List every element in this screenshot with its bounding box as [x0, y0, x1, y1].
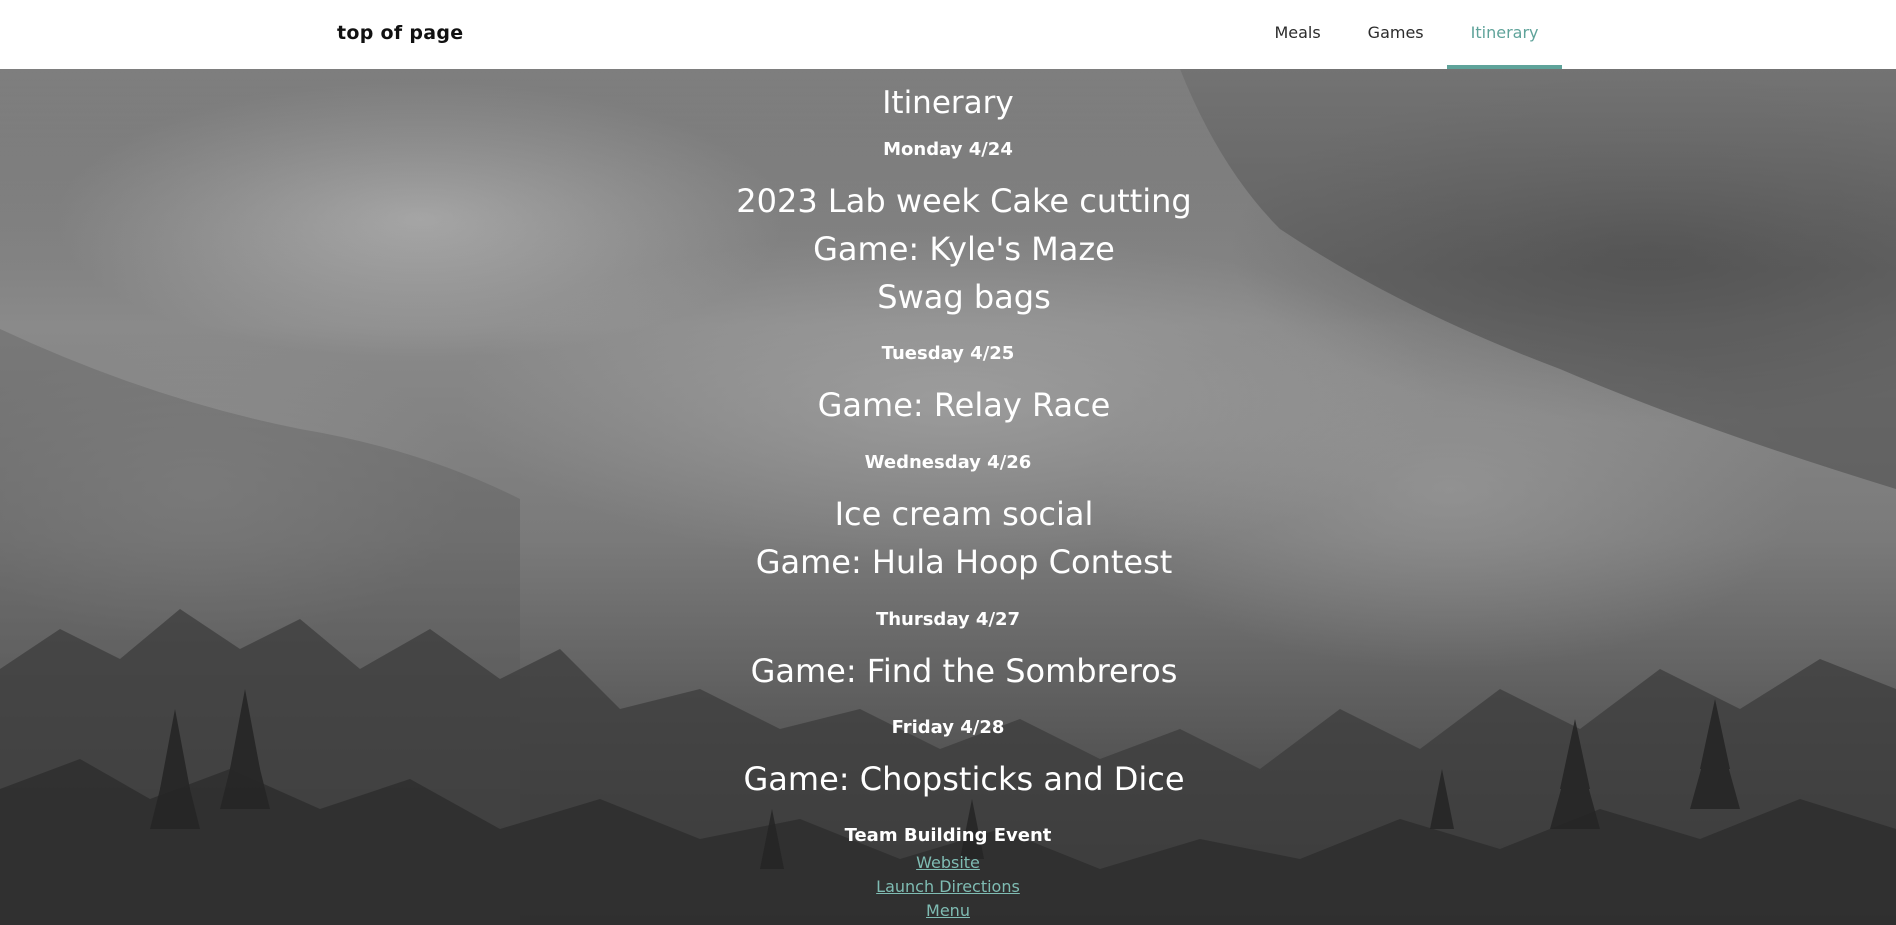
menu-link[interactable]: Menu [0, 901, 1896, 920]
event-item: Game: Chopsticks and Dice [743, 760, 1185, 798]
nav-link-itinerary[interactable]: Itinerary [1447, 0, 1562, 69]
itinerary-title: Itinerary [882, 85, 1014, 121]
nav-link-games[interactable]: Games [1344, 0, 1447, 69]
event-footer-title: Team Building Event [844, 825, 1052, 846]
event-item: Game: Kyle's Maze [813, 230, 1115, 268]
event-item: Game: Hula Hoop Contest [755, 543, 1173, 581]
website-link[interactable]: Website [0, 853, 1896, 872]
nav-link-meals[interactable]: Meals [1251, 0, 1344, 69]
event-item: Swag bags [877, 278, 1051, 316]
itinerary-content: Itinerary Monday 4/24 2023 Lab week Cake… [0, 69, 1896, 925]
day-heading: Wednesday 4/26 [864, 452, 1032, 473]
day-heading: Friday 4/28 [891, 717, 1005, 738]
event-item: 2023 Lab week Cake cutting [736, 182, 1192, 220]
event-item: Game: Relay Race [817, 386, 1111, 424]
event-item: Game: Find the Sombreros [750, 652, 1178, 690]
launch-directions-link[interactable]: Launch Directions [0, 877, 1896, 896]
top-navbar: top of page Meals Games Itinerary [0, 0, 1896, 69]
day-heading: Tuesday 4/25 [881, 343, 1015, 364]
day-heading: Monday 4/24 [883, 139, 1013, 160]
nav-links: Meals Games Itinerary [1251, 0, 1562, 69]
brand-link[interactable]: top of page [337, 0, 464, 66]
hero-section: Itinerary Monday 4/24 2023 Lab week Cake… [0, 69, 1896, 925]
event-item: Ice cream social [834, 495, 1094, 533]
day-heading: Thursday 4/27 [875, 609, 1021, 630]
